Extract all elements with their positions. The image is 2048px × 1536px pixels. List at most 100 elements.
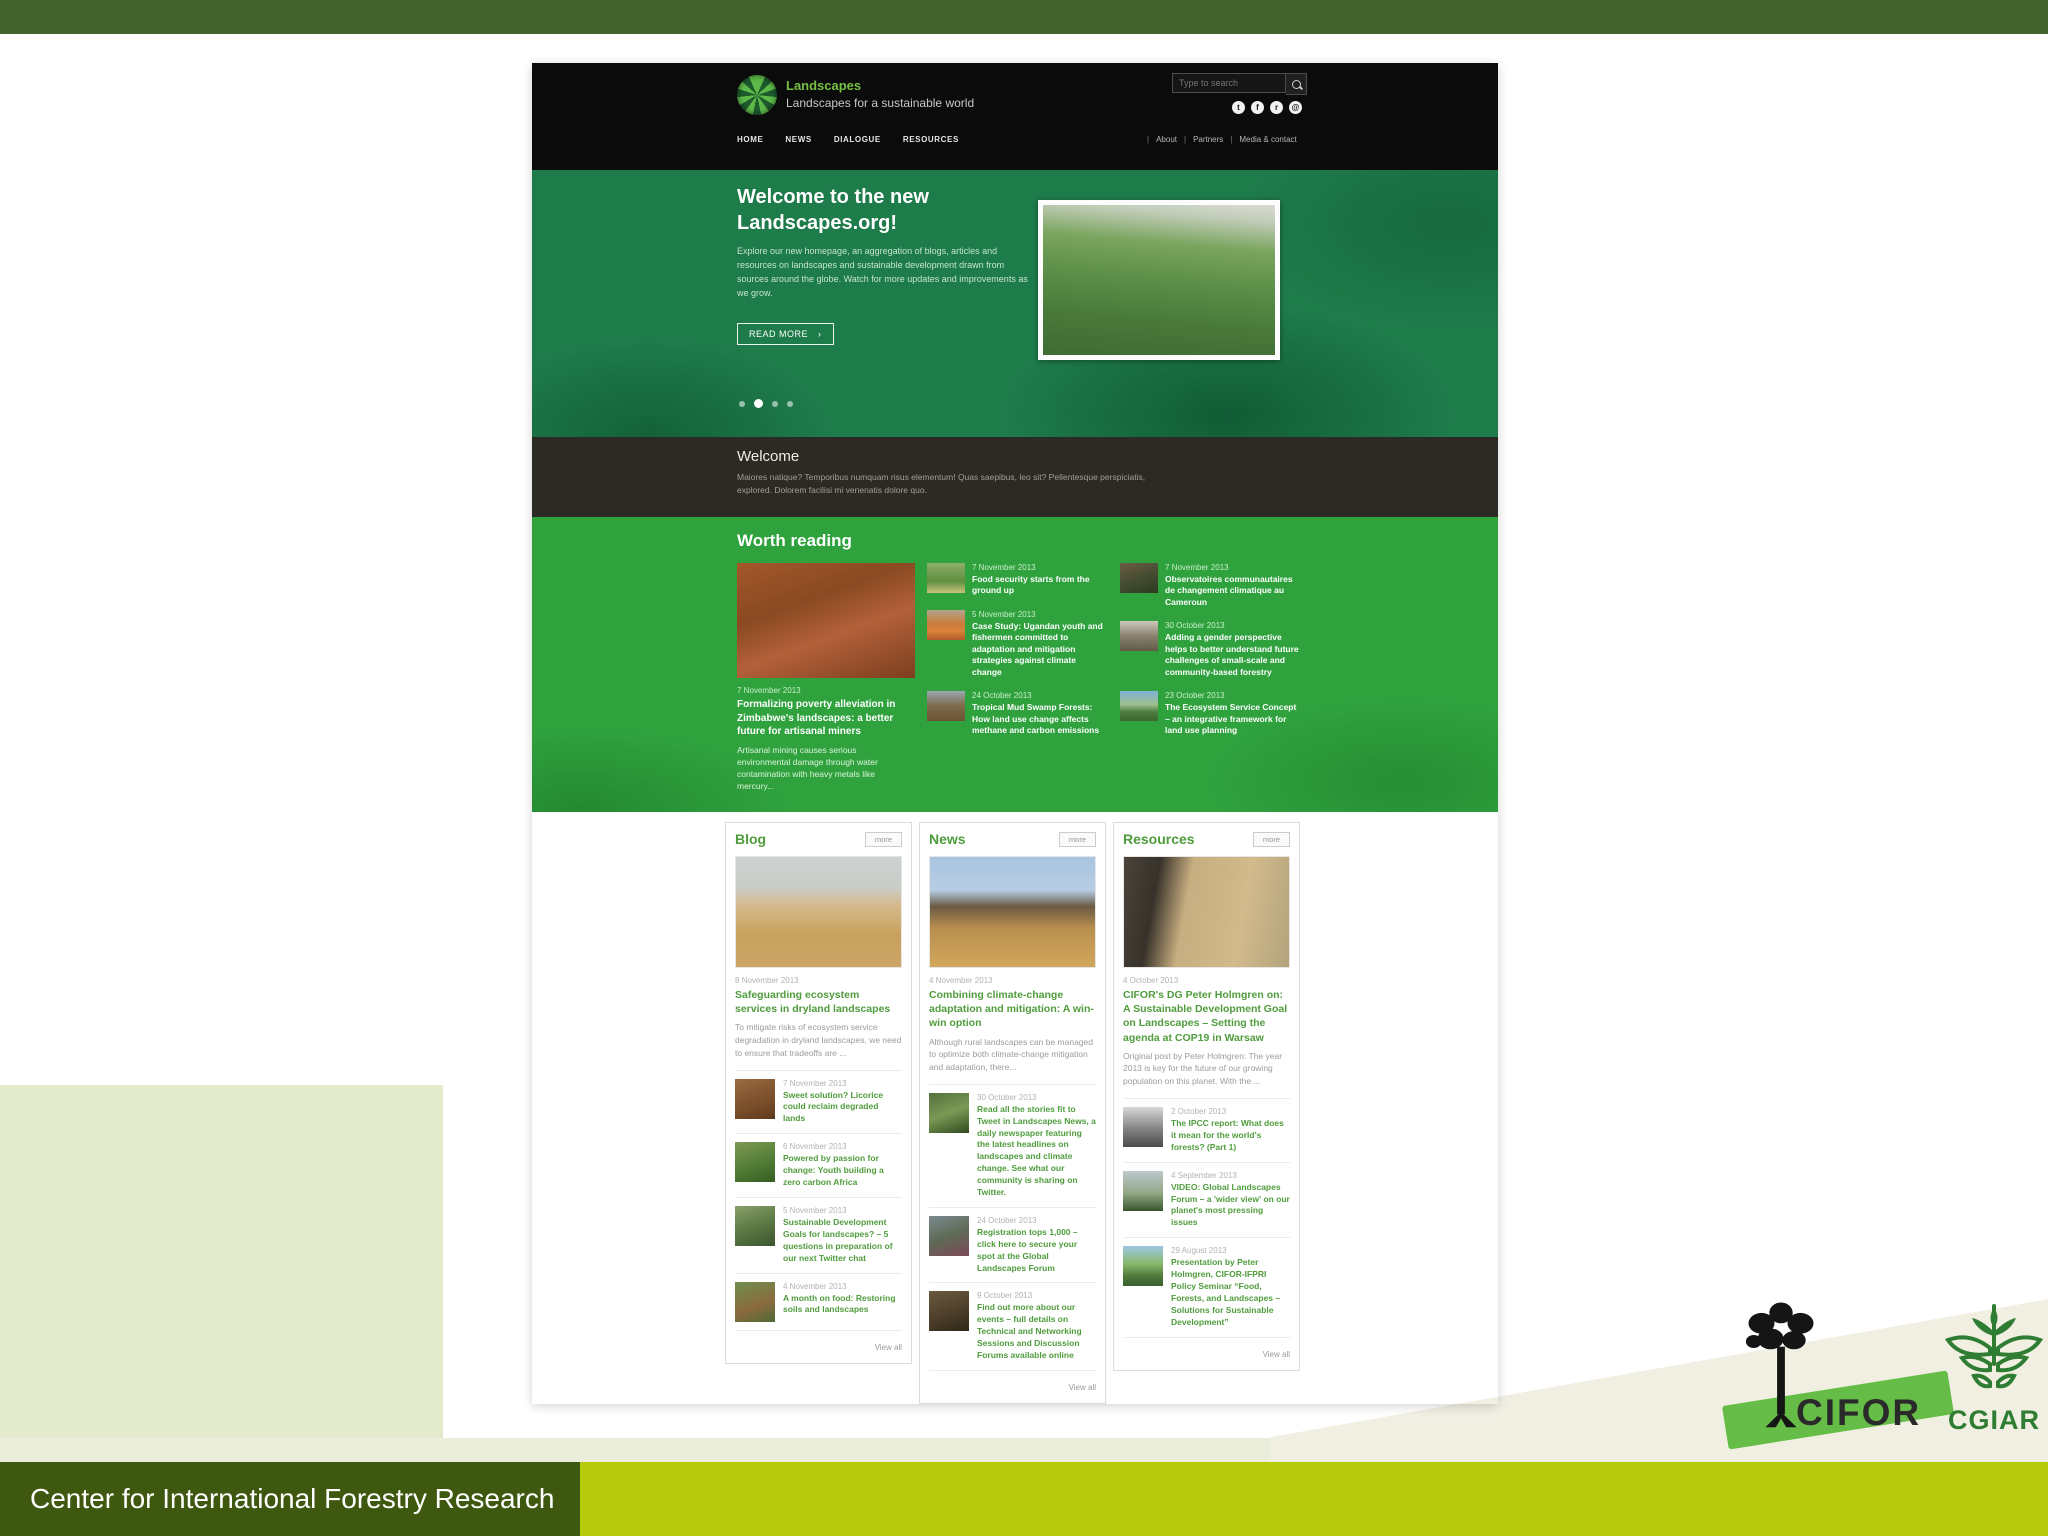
article-title-link[interactable]: Sustainable Development Goals for landsc… xyxy=(783,1217,902,1265)
social-icon[interactable]: @ xyxy=(1289,101,1302,114)
footer-text: Center for International Forestry Resear… xyxy=(30,1483,555,1514)
carousel-dots xyxy=(739,399,793,408)
featured-article-image xyxy=(735,856,902,968)
featured-article-image xyxy=(929,856,1096,968)
view-all-link[interactable]: View all xyxy=(1069,1383,1096,1392)
article-date: 7 November 2013 xyxy=(972,563,1036,572)
social-icon[interactable]: f xyxy=(1251,101,1264,114)
secondary-nav: About Partners Media & contact xyxy=(1140,135,1297,144)
search-button[interactable] xyxy=(1286,73,1307,95)
social-icons: t f r @ xyxy=(1232,101,1302,114)
search-input[interactable] xyxy=(1172,73,1286,93)
worth-reading-item: 7 November 2013 Food security starts fro… xyxy=(927,563,1108,597)
secondary-nav-item[interactable]: Media & contact xyxy=(1223,135,1296,144)
site-brand[interactable]: Landscapes Landscapes for a sustainable … xyxy=(737,75,974,115)
article-date: 29 August 2013 xyxy=(1171,1246,1227,1256)
article-thumbnail xyxy=(735,1142,775,1183)
article-thumbnail xyxy=(1120,621,1158,652)
content-columns: Blog more 8 November 2013 Safeguarding e… xyxy=(725,822,1498,1404)
article-title-link[interactable]: Safeguarding ecosystem services in dryla… xyxy=(735,988,902,1016)
article-title-link[interactable]: Combining climate-change adaptation and … xyxy=(929,988,1096,1031)
article-teaser: Original post by Peter Holmgren: The yea… xyxy=(1123,1050,1283,1087)
article-thumbnail xyxy=(735,1205,775,1246)
secondary-nav-item[interactable]: About xyxy=(1140,135,1177,144)
article-date: 9 October 2013 xyxy=(977,1291,1033,1301)
article-title-link[interactable]: Adding a gender perspective helps to bet… xyxy=(1165,632,1301,678)
article-thumbnail xyxy=(927,609,965,640)
article-title-link[interactable]: Presentation by Peter Holmgren, CIFOR-IF… xyxy=(1171,1257,1290,1328)
article-thumbnail xyxy=(1123,1246,1163,1287)
article-date: 30 October 2013 xyxy=(977,1092,1037,1102)
article-date: 23 October 2013 xyxy=(1165,691,1225,701)
article-title-link[interactable]: Formalizing poverty alleviation in Zimba… xyxy=(737,698,915,739)
hero-banner: Welcome to the new Landscapes.org! Explo… xyxy=(532,170,1498,437)
worth-reading-item: 7 November 2013 Observatoires communauta… xyxy=(1120,563,1301,608)
social-icon[interactable]: r xyxy=(1270,101,1283,114)
decor-sage-block xyxy=(0,1085,443,1462)
article-title-link[interactable]: VIDEO: Global Landscapes Forum – a 'wide… xyxy=(1171,1182,1290,1230)
article-title-link[interactable]: Tropical Mud Swamp Forests: How land use… xyxy=(972,702,1108,736)
article-date: 24 October 2013 xyxy=(977,1215,1037,1225)
more-button[interactable]: more xyxy=(864,831,902,847)
article-date: 6 November 2013 xyxy=(783,1142,847,1152)
article-date: 5 November 2013 xyxy=(972,609,1036,619)
article-title-link[interactable]: Powered by passion for change: Youth bui… xyxy=(783,1153,902,1189)
article-title-link[interactable]: The Ecosystem Service Concept – an integ… xyxy=(1165,702,1301,736)
carousel-dot[interactable] xyxy=(772,400,778,407)
article-title-link[interactable]: CIFOR's DG Peter Holmgren on: A Sustaina… xyxy=(1123,988,1290,1045)
article-date: 7 November 2013 xyxy=(783,1078,847,1088)
card-list-item: 24 October 2013 Registration tops 1,000 –… xyxy=(929,1206,1096,1283)
more-button[interactable]: more xyxy=(1252,831,1290,847)
worth-reading-title: Worth reading xyxy=(737,531,852,550)
featured-article-image xyxy=(1123,856,1290,968)
article-teaser: To mitigate risks of ecosystem service d… xyxy=(735,1022,902,1058)
article-title-link[interactable]: Read all the stories fit to Tweet in Lan… xyxy=(977,1104,1096,1199)
card-list-item: 5 November 2013 Sustainable Development G… xyxy=(735,1196,902,1273)
carousel-dot[interactable] xyxy=(739,400,745,407)
hero-title: Welcome to the new Landscapes.org! xyxy=(737,186,929,234)
article-date: 4 November 2013 xyxy=(929,976,993,985)
main-nav-item[interactable]: HOME xyxy=(737,135,763,144)
hero-slide-image xyxy=(1038,200,1280,360)
arrow-right-icon: › xyxy=(818,328,822,339)
article-title-link[interactable]: Registration tops 1,000 – click here to … xyxy=(977,1227,1096,1275)
article-title-link[interactable]: The IPCC report: What does it mean for t… xyxy=(1171,1118,1290,1154)
article-thumbnail xyxy=(1123,1170,1163,1211)
article-title-link[interactable]: Sweet solution? Licorice could reclaim d… xyxy=(783,1090,902,1126)
article-title-link[interactable]: Observatoires communautaires de changeme… xyxy=(1165,574,1301,608)
featured-article-image xyxy=(737,563,915,678)
carousel-dot[interactable] xyxy=(754,399,763,408)
main-nav-item[interactable]: DIALOGUE xyxy=(834,135,881,144)
card-list-item: 4 November 2013 A month on food: Restorin… xyxy=(735,1272,902,1330)
more-button[interactable]: more xyxy=(1058,831,1096,847)
article-date: 2 October 2013 xyxy=(1171,1106,1227,1116)
card-article-list: 2 October 2013 The IPCC report: What does… xyxy=(1123,1097,1290,1337)
main-nav-item[interactable]: NEWS xyxy=(785,135,811,144)
read-more-button[interactable]: READ MORE › xyxy=(737,322,834,345)
article-title-link[interactable]: Food security starts from the ground up xyxy=(972,574,1108,597)
article-date: 4 November 2013 xyxy=(783,1281,847,1291)
article-title-link[interactable]: Find out more about our events – full de… xyxy=(977,1302,1096,1361)
carousel-dot[interactable] xyxy=(787,400,793,407)
card-article-list: 30 October 2013 Read all the stories fit … xyxy=(929,1083,1096,1370)
content-card: Resources more 4 October 2013 CIFOR's DG… xyxy=(1113,822,1300,1371)
brand-tagline: Landscapes for a sustainable world xyxy=(786,96,975,110)
presentation-slide: Landscapes Landscapes for a sustainable … xyxy=(0,0,2048,1536)
card-article-list: 7 November 2013 Sweet solution? Licorice … xyxy=(735,1069,902,1330)
article-thumbnail xyxy=(927,563,965,593)
view-all-link[interactable]: View all xyxy=(875,1343,902,1352)
view-all-link[interactable]: View all xyxy=(1263,1350,1290,1359)
landscapes-website-screenshot: Landscapes Landscapes for a sustainable … xyxy=(532,63,1498,1404)
article-title-link[interactable]: A month on food: Restoring soils and lan… xyxy=(783,1293,902,1317)
social-icon[interactable]: t xyxy=(1232,101,1245,114)
article-date: 4 October 2013 xyxy=(1123,976,1179,985)
main-nav-item[interactable]: RESOURCES xyxy=(903,135,959,144)
cifor-wordmark: CIFOR xyxy=(1796,1392,1922,1433)
secondary-nav-item[interactable]: Partners xyxy=(1177,135,1223,144)
card-list-item: 30 October 2013 Read all the stories fit … xyxy=(929,1083,1096,1207)
article-thumbnail xyxy=(929,1215,969,1256)
article-title-link[interactable]: Case Study: Ugandan youth and fishermen … xyxy=(972,621,1108,678)
footer-accent-bar xyxy=(580,1462,2048,1536)
article-thumbnail xyxy=(929,1092,969,1133)
site-header: Landscapes Landscapes for a sustainable … xyxy=(532,63,1498,170)
